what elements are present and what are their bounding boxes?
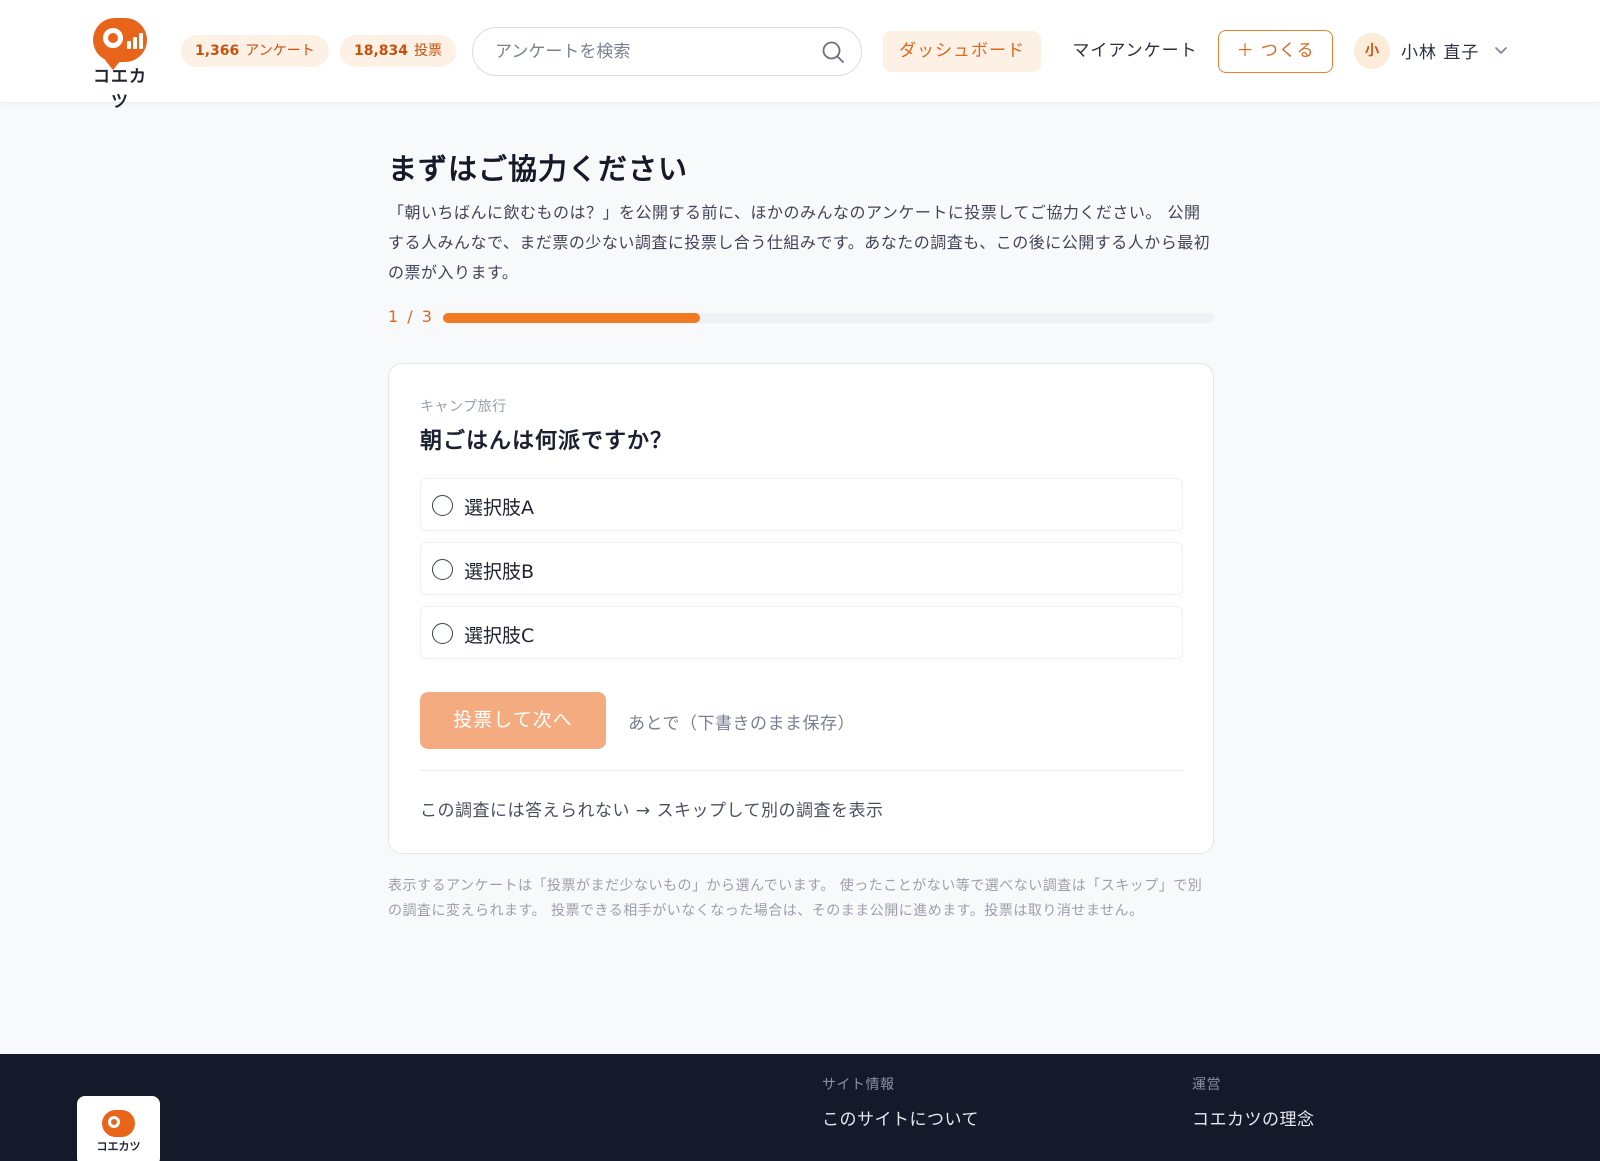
- survey-category: キャンプ旅行: [420, 399, 507, 415]
- footer-link-about[interactable]: このサイトについて: [822, 1105, 979, 1130]
- info-note: 表示するアンケートは「投票がまだ少ないもの」から選んでいます。 使ったことがない…: [388, 878, 1203, 919]
- option-label: 選択肢C: [464, 625, 535, 647]
- progress-label: 1 / 3: [388, 307, 434, 326]
- skip-survey-link[interactable]: この調査には答えられない → スキップして別の調査を表示: [420, 796, 884, 821]
- search-box: [472, 27, 862, 76]
- divider: [420, 770, 1183, 771]
- site-header: コエカツ 1,366 アンケート 18,834 投票 ダッシュボード マイアンケート…: [0, 0, 1600, 112]
- radio-button[interactable]: [432, 623, 453, 644]
- footer-heading-site-info: サイト情報: [822, 1077, 895, 1093]
- intro-text: 「朝いちばんに飲むものは？」を公開する前に、ほかのみんなのアンケートに投票してご…: [388, 203, 1211, 282]
- search-input[interactable]: [495, 28, 805, 75]
- radio-button[interactable]: [432, 495, 453, 516]
- survey-question: 朝ごはんは何派ですか？: [420, 429, 674, 454]
- vote-card: キャンプ旅行 朝ごはんは何派ですか？ 選択肢A 選択肢B 選択肢C 投票して次へ…: [388, 363, 1214, 854]
- logo-text: コエカツ: [93, 67, 147, 112]
- my-surveys-button[interactable]: マイアンケート: [1060, 31, 1210, 72]
- user-name[interactable]: 小林 直子: [1401, 38, 1479, 63]
- vote-next-button[interactable]: 投票して次へ: [420, 692, 606, 749]
- vote-count-badge: 18,834 投票: [340, 35, 457, 67]
- chevron-down-icon[interactable]: [1493, 42, 1509, 58]
- search-icon[interactable]: [821, 40, 845, 64]
- create-button[interactable]: ＋ つくる: [1218, 30, 1333, 73]
- avatar[interactable]: 小: [1354, 33, 1390, 69]
- survey-count-label: アンケート: [245, 43, 315, 59]
- survey-count-badge: 1,366 アンケート: [181, 35, 329, 67]
- logo-bubble-icon: [102, 1110, 135, 1137]
- vote-count-label: 投票: [414, 43, 443, 59]
- option-b[interactable]: 選択肢B: [420, 542, 1183, 595]
- progress-bar: [443, 313, 1214, 323]
- progress-fill: [443, 313, 700, 323]
- logo-bubble-icon: [93, 18, 147, 70]
- dashboard-button[interactable]: ダッシュボード: [883, 31, 1041, 72]
- page-title: まずはご協力ください: [388, 152, 689, 186]
- footer-link-philosophy[interactable]: コエカツの理念: [1192, 1105, 1315, 1130]
- footer-logo-text: コエカツ: [96, 1140, 141, 1153]
- survey-count: 1,366: [195, 43, 240, 59]
- option-a[interactable]: 選択肢A: [420, 478, 1183, 531]
- footer-logo[interactable]: コエカツ: [77, 1096, 160, 1161]
- option-label: 選択肢B: [464, 561, 535, 583]
- option-label: 選択肢A: [464, 497, 534, 519]
- save-draft-link[interactable]: あとで（下書きのまま保存）: [628, 709, 855, 734]
- footer-heading-operation: 運営: [1192, 1077, 1221, 1093]
- site-logo[interactable]: コエカツ: [86, 18, 154, 112]
- option-c[interactable]: 選択肢C: [420, 606, 1183, 659]
- radio-button[interactable]: [432, 559, 453, 580]
- vote-count: 18,834: [354, 43, 409, 59]
- site-footer: コエカツ サイト情報 このサイトについて 運営 コエカツの理念: [0, 1054, 1600, 1161]
